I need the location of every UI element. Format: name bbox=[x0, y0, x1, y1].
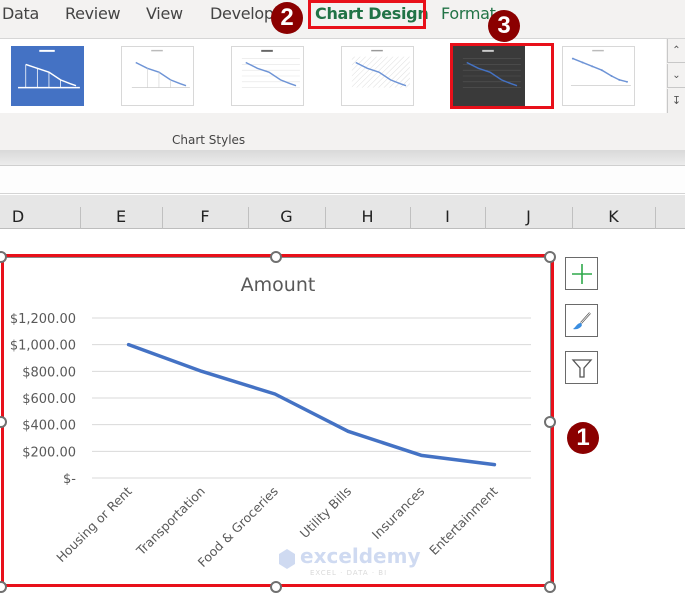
column-header-f[interactable]: F bbox=[162, 195, 248, 229]
chart-style-thumb-2[interactable] bbox=[121, 46, 194, 106]
tab-data[interactable]: Data bbox=[2, 4, 39, 23]
tab-format[interactable]: Format bbox=[441, 4, 496, 23]
chart-style-thumb-4[interactable] bbox=[341, 46, 414, 106]
resize-handle-top[interactable] bbox=[270, 251, 282, 263]
tab-developer[interactable]: Develop bbox=[210, 4, 274, 23]
funnel-icon bbox=[571, 358, 592, 378]
chevron-up-icon: ⌃ bbox=[672, 45, 681, 56]
expand-more-icon: ↧ bbox=[671, 95, 682, 107]
chart-style-thumb-6[interactable] bbox=[562, 46, 635, 106]
column-header-i[interactable]: I bbox=[410, 195, 485, 229]
chevron-down-icon: ⌄ bbox=[672, 70, 681, 81]
resize-handle-bottom[interactable] bbox=[270, 581, 282, 593]
column-divider[interactable] bbox=[655, 207, 656, 229]
resize-handle-top-right[interactable] bbox=[544, 251, 556, 263]
tab-review[interactable]: Review bbox=[65, 4, 121, 23]
chart-styles-group-label: Chart Styles bbox=[172, 133, 246, 147]
highlight-chart-design-tab bbox=[308, 0, 426, 29]
tab-view[interactable]: View bbox=[146, 4, 183, 23]
gallery-scroll-down-button[interactable]: ⌄ bbox=[667, 64, 685, 88]
highlight-chart-selection bbox=[1, 254, 554, 587]
column-header-k[interactable]: K bbox=[572, 195, 655, 229]
chart-style-thumb-1[interactable] bbox=[11, 46, 84, 106]
step-badge-1: 1 bbox=[567, 422, 599, 454]
plus-icon bbox=[571, 263, 592, 284]
chart-styles-button[interactable] bbox=[565, 304, 598, 337]
chart-style-thumb-3[interactable] bbox=[231, 46, 304, 106]
gallery-items bbox=[0, 39, 666, 114]
step-badge-2: 2 bbox=[271, 2, 303, 34]
ribbon-group-area: Chart Styles bbox=[0, 113, 685, 155]
column-header-d[interactable]: D bbox=[0, 195, 36, 229]
gallery-scroll-up-button[interactable]: ⌃ bbox=[667, 39, 685, 63]
resize-handle-bottom-right[interactable] bbox=[544, 581, 556, 593]
chart-filters-button[interactable] bbox=[565, 351, 598, 384]
column-header-g[interactable]: G bbox=[248, 195, 325, 229]
paintbrush-icon bbox=[572, 311, 591, 329]
formula-bar-area bbox=[0, 166, 685, 194]
column-header-h[interactable]: H bbox=[325, 195, 410, 229]
chart-styles-gallery: ⌃ ⌄ ↧ bbox=[0, 38, 685, 114]
step-badge-3: 3 bbox=[488, 10, 520, 42]
column-headers: D E F G H I J K bbox=[0, 195, 685, 229]
gallery-more-button[interactable]: ↧ bbox=[667, 89, 685, 113]
column-header-e[interactable]: E bbox=[80, 195, 162, 229]
highlight-selected-style bbox=[450, 43, 554, 109]
column-header-j[interactable]: J bbox=[485, 195, 572, 229]
chart-elements-button[interactable] bbox=[565, 257, 598, 290]
ribbon-shadow bbox=[0, 150, 685, 166]
resize-handle-right[interactable] bbox=[544, 416, 556, 428]
